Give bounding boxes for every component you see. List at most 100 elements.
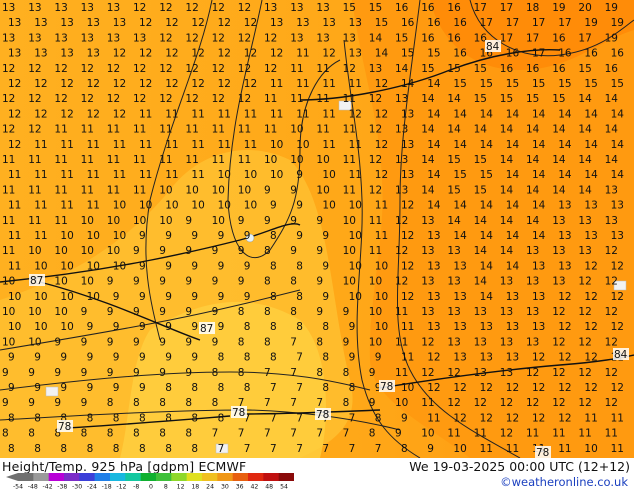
- temp-value: 11: [81, 184, 94, 196]
- temp-value: 9: [185, 367, 192, 379]
- temp-value: 10: [87, 291, 100, 303]
- temp-value: 11: [107, 154, 120, 166]
- temp-value: 8: [270, 291, 277, 303]
- temp-value: 16: [427, 17, 441, 29]
- temp-value: 12: [532, 412, 545, 424]
- temp-value: 12: [60, 108, 73, 120]
- temp-value: 12: [264, 63, 277, 75]
- temp-value: 11: [165, 169, 178, 181]
- temp-value: 12: [421, 367, 434, 379]
- temp-value: 13: [107, 32, 120, 44]
- color-legend: -54 -48 -42 -38 -30 -24 -18 -12 -8 0 8 12 18 24 30 36 42…: [6, 473, 294, 490]
- temp-value: 13: [421, 215, 434, 227]
- temp-value: 8: [191, 412, 198, 424]
- temp-value: 9: [159, 336, 166, 348]
- temp-value: 14: [395, 63, 409, 75]
- temp-value: 15: [447, 154, 460, 166]
- temp-value: 11: [296, 108, 309, 120]
- temp-value: 12: [54, 93, 67, 105]
- temp-value: 12: [212, 32, 225, 44]
- temp-value: 13: [447, 245, 460, 257]
- credit-link[interactable]: ©weatheronline.co.uk: [500, 475, 628, 489]
- temp-value: 13: [60, 48, 73, 60]
- temp-value: 8: [159, 397, 166, 409]
- temp-value: 10: [159, 184, 172, 196]
- legend-swatch: [217, 473, 233, 481]
- temp-value: 14: [421, 124, 435, 136]
- temp-value: 9: [401, 412, 408, 424]
- temp-value: 8: [212, 367, 219, 379]
- temp-value: 11: [54, 215, 67, 227]
- temp-value: 19: [584, 17, 597, 29]
- temp-value: 11: [270, 78, 283, 90]
- temp-value: 13: [500, 276, 513, 288]
- temp-value: 16: [605, 63, 619, 75]
- temp-value: 12: [212, 63, 225, 75]
- temp-value: 12: [113, 78, 126, 90]
- temp-value: 11: [133, 124, 146, 136]
- temp-value: 14: [532, 200, 546, 212]
- temp-value: 14: [500, 215, 514, 227]
- temp-value: 9: [244, 291, 251, 303]
- temp-value: 13: [316, 2, 329, 14]
- temp-value: 10: [2, 306, 15, 318]
- temp-value: 13: [584, 230, 597, 242]
- temp-value: 7: [212, 428, 219, 440]
- temp-value: 14: [584, 139, 598, 151]
- temp-value: 8: [139, 443, 146, 455]
- temp-value: 12: [191, 48, 204, 60]
- temp-value: 13: [427, 230, 440, 242]
- temp-value: 11: [28, 184, 41, 196]
- temp-value: 11: [81, 154, 94, 166]
- temp-value: 10: [133, 215, 146, 227]
- temp-value: 12: [500, 397, 513, 409]
- temp-value: 10: [2, 276, 15, 288]
- temp-value: 13: [395, 93, 408, 105]
- temp-value: 11: [375, 200, 388, 212]
- temp-value: 16: [558, 48, 572, 60]
- temp-value: 12: [611, 291, 624, 303]
- temp-value: 13: [427, 260, 440, 272]
- temp-value: 12: [343, 63, 356, 75]
- height-label-text: 78: [536, 447, 549, 458]
- temp-value: 14: [526, 215, 540, 227]
- legend-tick: -30: [72, 484, 82, 490]
- temp-value: 12: [395, 245, 408, 257]
- temp-value: 9: [113, 382, 120, 394]
- temp-value: 8: [244, 321, 251, 333]
- temp-value: 7: [218, 443, 225, 455]
- temp-value: 12: [427, 382, 440, 394]
- temp-value: 9: [2, 367, 9, 379]
- temp-value: 12: [611, 321, 624, 333]
- temp-value: 10: [375, 260, 388, 272]
- temp-value: 13: [270, 17, 283, 29]
- temp-value: 14: [447, 215, 461, 227]
- temp-value: 10: [316, 154, 329, 166]
- temp-value: 12: [480, 382, 493, 394]
- temp-value: 17: [558, 17, 571, 29]
- temp-value: 14: [526, 124, 540, 136]
- temp-value: 12: [212, 2, 225, 14]
- temp-value: 9: [81, 367, 88, 379]
- temp-value: 12: [611, 382, 624, 394]
- temp-value: 7: [316, 397, 323, 409]
- temp-value: 9: [296, 230, 303, 242]
- temp-value: 12: [584, 382, 597, 394]
- temp-value: 9: [427, 443, 434, 455]
- temp-value: 12: [558, 382, 571, 394]
- temp-value: 13: [133, 32, 146, 44]
- temp-value: 8: [349, 382, 356, 394]
- temp-value: 12: [54, 63, 67, 75]
- temp-value: 11: [605, 428, 618, 440]
- temp-value: 13: [401, 108, 414, 120]
- temp-value: 13: [526, 306, 539, 318]
- weather-map[interactable]: 13 13 13 13 13 12 12 12 12 12 13 13 13 15 15 16 16 16 17 17…: [0, 0, 634, 458]
- temp-value: 7: [290, 428, 297, 440]
- temp-value: 13: [316, 32, 329, 44]
- temp-value: 13: [349, 17, 362, 29]
- temp-value: 10: [369, 336, 382, 348]
- temp-value: 9: [165, 321, 172, 333]
- temp-value: 13: [611, 230, 624, 242]
- temp-value: 12: [526, 397, 539, 409]
- legend-swatch: [140, 473, 157, 481]
